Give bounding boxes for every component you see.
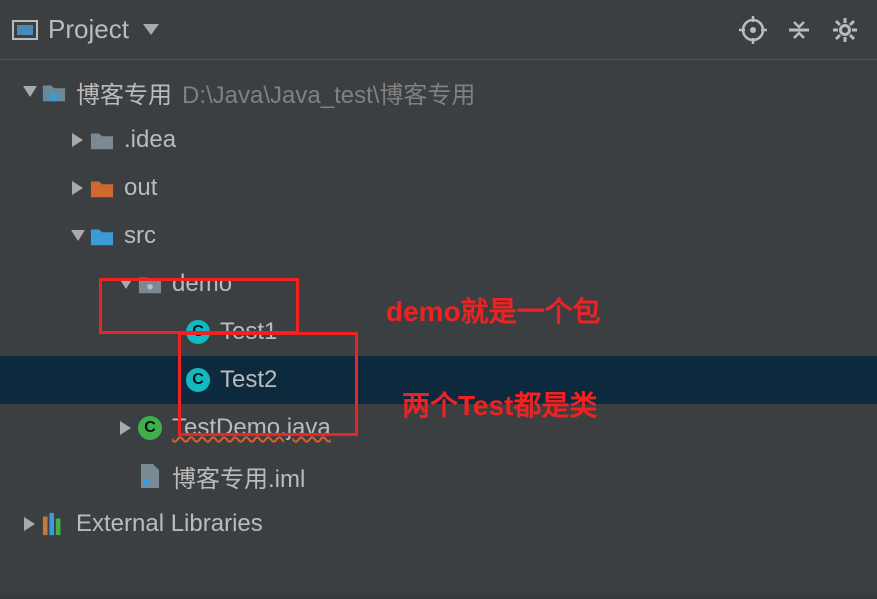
dropdown-arrow-icon[interactable] — [143, 24, 159, 36]
src-folder-label: src — [124, 222, 156, 250]
tree-row-out[interactable]: out — [0, 164, 877, 212]
out-folder-icon — [90, 177, 114, 199]
folder-icon — [90, 129, 114, 151]
class-icon: C — [186, 320, 210, 344]
project-title[interactable]: Project — [48, 14, 129, 45]
iml-file-label: 博客专用.iml — [172, 459, 305, 494]
project-tree[interactable]: 博客专用 D:\Java\Java_test\博客专用 .idea out sr… — [0, 60, 877, 548]
testdemo-file-label: TestDemo.java — [172, 414, 331, 442]
tree-row-test1[interactable]: · C Test1 — [0, 308, 877, 356]
out-folder-label: out — [124, 174, 157, 202]
root-path-label: D:\Java\Java_test\博客专用 — [182, 75, 475, 110]
expand-arrow-icon[interactable] — [114, 278, 138, 290]
collapse-arrow-icon[interactable] — [18, 517, 42, 531]
iml-file-icon — [138, 465, 162, 487]
project-icon — [12, 20, 38, 40]
tree-row-iml[interactable]: · 博客专用.iml — [0, 452, 877, 500]
tree-row-external[interactable]: External Libraries — [0, 500, 877, 548]
collapse-arrow-icon[interactable] — [66, 181, 90, 195]
module-folder-icon — [42, 81, 66, 103]
tree-row-testdemo[interactable]: C TestDemo.java — [0, 404, 877, 452]
settings-button[interactable] — [825, 10, 865, 50]
collapse-all-button[interactable] — [779, 10, 819, 50]
package-folder-icon — [138, 273, 162, 295]
class-icon: C — [186, 368, 210, 392]
root-name-label: 博客专用 — [76, 75, 172, 110]
tree-row-test2[interactable]: · C Test2 — [0, 356, 877, 404]
locate-target-button[interactable] — [733, 10, 773, 50]
tree-row-demo[interactable]: demo — [0, 260, 877, 308]
project-toolbar: Project — [0, 0, 877, 60]
tree-row-root[interactable]: 博客专用 D:\Java\Java_test\博客专用 — [0, 68, 877, 116]
external-libs-label: External Libraries — [76, 510, 263, 538]
collapse-arrow-icon[interactable] — [66, 133, 90, 147]
collapse-arrow-icon[interactable] — [114, 421, 138, 435]
class-icon: C — [138, 416, 162, 440]
test1-class-label: Test1 — [220, 318, 277, 346]
expand-arrow-icon[interactable] — [18, 86, 42, 98]
libraries-icon — [42, 513, 66, 535]
tree-row-src[interactable]: src — [0, 212, 877, 260]
tree-row-idea[interactable]: .idea — [0, 116, 877, 164]
idea-folder-label: .idea — [124, 126, 176, 154]
src-folder-icon — [90, 225, 114, 247]
expand-arrow-icon[interactable] — [66, 230, 90, 242]
test2-class-label: Test2 — [220, 366, 277, 394]
demo-package-label: demo — [172, 270, 232, 298]
